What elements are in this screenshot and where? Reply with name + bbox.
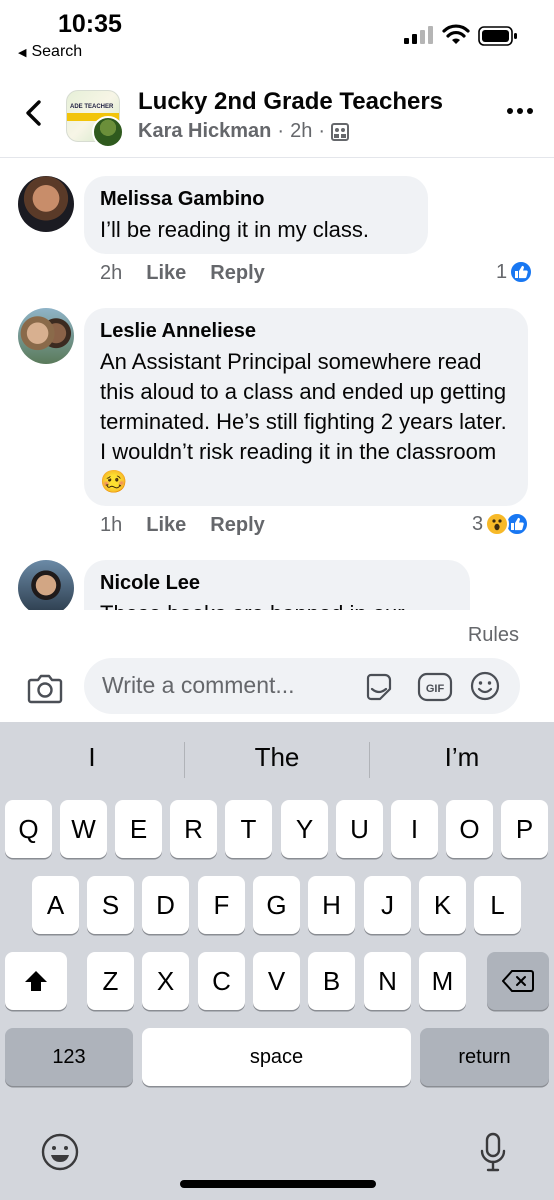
gif-icon[interactable]: GIF <box>417 672 453 702</box>
emoji-keyboard-icon[interactable] <box>40 1132 80 1172</box>
shift-key[interactable] <box>5 952 67 1010</box>
key-e[interactable]: E <box>115 800 162 858</box>
key-d[interactable]: D <box>142 876 189 934</box>
more-options-icon[interactable] <box>506 106 534 116</box>
key-i[interactable]: I <box>391 800 438 858</box>
space-key[interactable]: space <box>142 1028 411 1086</box>
suggestion-2[interactable]: The <box>185 742 369 773</box>
key-o[interactable]: O <box>446 800 493 858</box>
key-z[interactable]: Z <box>87 952 134 1010</box>
suggestion-1[interactable]: I <box>0 742 184 773</box>
comment-composer: Rules Write a comment... GIF <box>0 610 554 722</box>
commenter-name[interactable]: Nicole Lee <box>100 572 454 595</box>
emoji-icon[interactable] <box>469 670 501 702</box>
backspace-icon <box>502 970 534 992</box>
numbers-key[interactable]: 123 <box>5 1028 133 1086</box>
back-triangle-icon: ◀ <box>18 46 27 59</box>
separator-dot: · <box>318 120 325 142</box>
cellular-signal-icon <box>404 26 433 44</box>
key-j[interactable]: J <box>364 876 411 934</box>
back-to-app-link[interactable]: ◀ Search <box>18 43 82 61</box>
avatar[interactable] <box>18 308 74 364</box>
comment-actions: 2h Like Reply <box>100 262 265 285</box>
commenter-name[interactable]: Melissa Gambino <box>100 188 412 211</box>
author-avatar <box>92 116 124 148</box>
group-privacy-icon <box>331 122 349 141</box>
clock: 10:35 <box>58 10 122 38</box>
comment-actions: 1h Like Reply <box>100 514 265 537</box>
key-r[interactable]: R <box>170 800 217 858</box>
camera-icon[interactable] <box>27 672 63 704</box>
return-key[interactable]: return <box>420 1028 549 1086</box>
comment-bubble[interactable]: Melissa Gambino I’ll be reading it in my… <box>84 176 428 254</box>
key-s[interactable]: S <box>87 876 134 934</box>
back-chevron-icon[interactable] <box>22 98 46 128</box>
reaction-summary[interactable]: 1 <box>496 260 534 284</box>
key-g[interactable]: G <box>253 876 300 934</box>
comment-placeholder: Write a comment... <box>102 672 295 698</box>
key-f[interactable]: F <box>198 876 245 934</box>
key-c[interactable]: C <box>198 952 245 1010</box>
keyboard: I The I’m Q W E R T Y U I O P A S D F G … <box>0 722 554 1200</box>
like-button[interactable]: Like <box>146 262 186 285</box>
like-reaction-icon <box>509 260 534 284</box>
back-app-label: Search <box>31 43 83 60</box>
post-author[interactable]: Kara Hickman <box>138 120 271 143</box>
key-m[interactable]: M <box>419 952 466 1010</box>
post-time: 2h <box>290 120 313 142</box>
wifi-icon <box>442 24 470 44</box>
key-b[interactable]: B <box>308 952 355 1010</box>
key-h[interactable]: H <box>308 876 355 934</box>
comment-time: 2h <box>100 262 123 284</box>
suggestion-3[interactable]: I’m <box>370 742 554 773</box>
key-u[interactable]: U <box>336 800 383 858</box>
group-title[interactable]: Lucky 2nd Grade Teachers <box>138 88 443 116</box>
status-bar: 10:35 ◀ Search <box>0 0 554 70</box>
comment-input[interactable]: Write a comment... GIF <box>84 658 520 714</box>
like-button[interactable]: Like <box>146 514 186 537</box>
comments-list[interactable]: Melissa Gambino I’ll be reading it in my… <box>0 158 554 610</box>
home-indicator[interactable] <box>180 1180 376 1188</box>
separator-dot: · <box>277 120 285 142</box>
avatar[interactable] <box>18 176 74 232</box>
key-q[interactable]: Q <box>5 800 52 858</box>
post-header: ADE TEACHER Lucky 2nd Grade Teachers Kar… <box>0 80 554 158</box>
wow-reaction-icon <box>485 512 510 536</box>
comment-time: 1h <box>100 514 123 536</box>
key-v[interactable]: V <box>253 952 300 1010</box>
reaction-summary[interactable]: 3 <box>472 512 530 536</box>
reply-button[interactable]: Reply <box>210 262 264 285</box>
key-y[interactable]: Y <box>281 800 328 858</box>
microphone-icon[interactable] <box>478 1132 508 1174</box>
comment-text: I’ll be reading it in my class. <box>100 217 369 242</box>
sticker-icon[interactable] <box>364 672 394 702</box>
comment-bubble[interactable]: Nicole Lee These books are banned in our <box>84 560 470 610</box>
group-cover-text: ADE TEACHER <box>70 104 114 110</box>
key-l[interactable]: L <box>474 876 521 934</box>
key-p[interactable]: P <box>501 800 548 858</box>
key-w[interactable]: W <box>60 800 107 858</box>
key-x[interactable]: X <box>142 952 189 1010</box>
reaction-count: 1 <box>496 260 508 283</box>
reply-button[interactable]: Reply <box>210 514 264 537</box>
commenter-name[interactable]: Leslie Anneliese <box>100 320 512 343</box>
comment-text: An Assistant Principal somewhere read th… <box>100 349 507 494</box>
key-n[interactable]: N <box>364 952 411 1010</box>
avatar[interactable] <box>18 560 74 610</box>
shift-arrow-icon <box>25 971 47 991</box>
comment-bubble[interactable]: Leslie Anneliese An Assistant Principal … <box>84 308 528 506</box>
comment-text: These books are banned in our <box>100 599 454 610</box>
group-avatar[interactable]: ADE TEACHER <box>66 90 126 148</box>
predictive-bar: I The I’m <box>0 722 554 798</box>
battery-icon <box>478 26 517 46</box>
delete-key[interactable] <box>487 952 549 1010</box>
gif-label: GIF <box>426 683 445 695</box>
key-k[interactable]: K <box>419 876 466 934</box>
rules-link[interactable]: Rules <box>468 624 519 647</box>
key-a[interactable]: A <box>32 876 79 934</box>
reaction-count: 3 <box>472 512 484 535</box>
key-t[interactable]: T <box>225 800 272 858</box>
post-subtitle: Kara Hickman · 2h · <box>138 120 349 143</box>
